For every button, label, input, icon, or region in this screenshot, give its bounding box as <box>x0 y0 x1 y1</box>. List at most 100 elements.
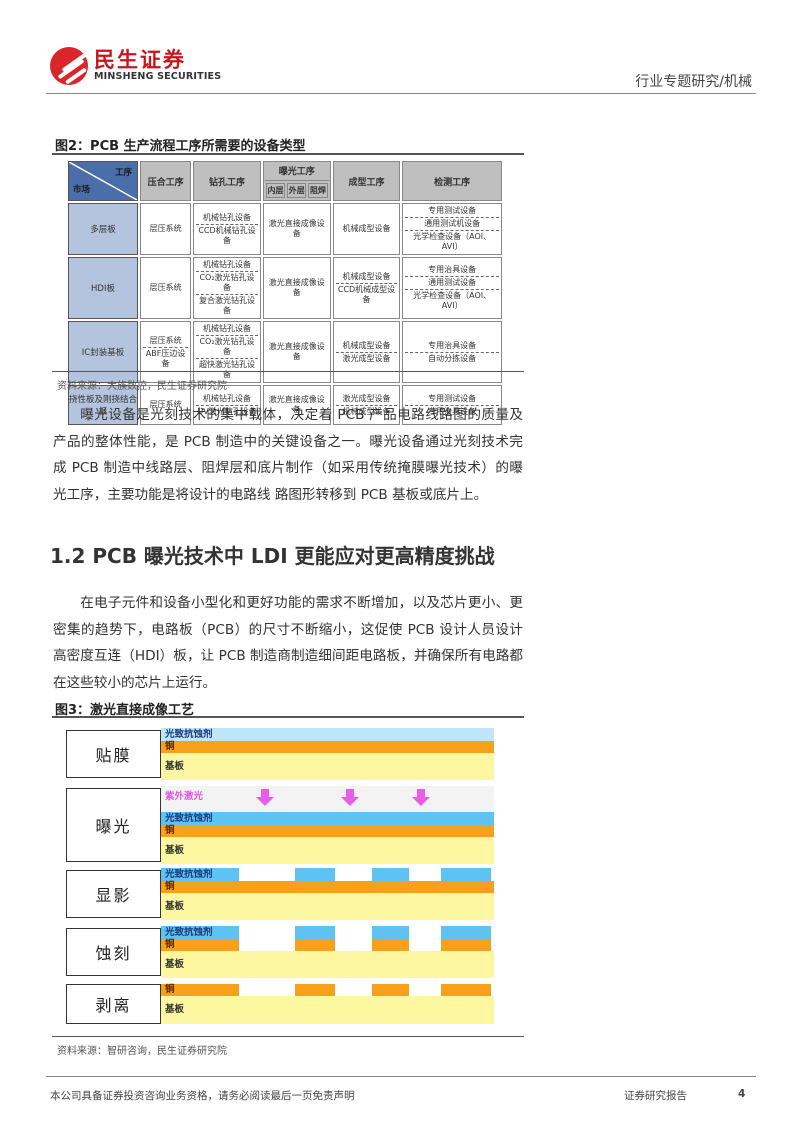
company-logo: 民生证券 MINSHENG SECURITIES <box>50 47 221 85</box>
equipment-item: 光学检查设备（AOI、AVI） <box>413 232 492 251</box>
figure2-source: 资料来源：大族数控，民生证券研究院 <box>57 381 227 392</box>
equipment-item: 通用测试机设备 <box>405 218 499 231</box>
equipment-cell-drill: 机械钻孔设备 CCD机械钻孔设备 <box>193 203 261 255</box>
column-header-exposure: 曝光工序 内层 外层 阻焊 <box>262 161 331 201</box>
figure3-source: 资料来源：智研咨询，民生证券研究院 <box>57 1046 227 1057</box>
equipment-item: 激光成型设备 <box>342 353 391 363</box>
equipment-cell-press: 层压系统 <box>140 257 192 319</box>
equipment-item: ABF压边设备 <box>145 348 186 368</box>
table-corner-cell: 工序 市场 <box>68 161 138 201</box>
figure2-title: 图2：PCB 生产流程工序所需要的设备类型 <box>55 139 306 154</box>
equipment-item: 机械钻孔设备 <box>196 212 258 225</box>
corner-market-label: 市场 <box>73 185 91 195</box>
equipment-item: 层压系统 <box>149 283 182 292</box>
equipment-item: 机械成型设备 <box>342 224 391 233</box>
table-header-row: 工序 市场 压合工序 钻孔工序 曝光工序 内层 外层 阻焊 成型工序 检测工序 <box>68 161 502 201</box>
equipment-item: 激光直接成像设备 <box>268 342 325 361</box>
figure3-bottom-rule <box>52 1036 524 1037</box>
equipment-cell-press: 层压系统 ABF压边设备 <box>140 321 192 383</box>
section-heading: 1.2 PCB 曝光技术中 LDI 更能应对更高精度挑战 <box>50 544 495 568</box>
equipment-item: 光学检查设备（AOI、AVI） <box>413 291 492 310</box>
process-step-stripping: 剥离 铜 基板 <box>66 984 498 1024</box>
process-step-lamination: 贴膜 光致抗蚀剂 铜 基板 <box>66 728 498 780</box>
logo-icon <box>50 47 88 85</box>
copper-label: 铜 <box>165 939 175 950</box>
equipment-cell-inspection: 专用测试设备 通用测试机设备 光学检查设备（AOI、AVI） <box>402 203 502 255</box>
equipment-item: CCD机械成型设备 <box>337 284 396 304</box>
copper-layer: 铜 <box>161 741 494 753</box>
equipment-item: 激光直接成像设备 <box>268 219 325 238</box>
subheader-inner-layer: 内层 <box>265 183 286 198</box>
equipment-cell-exposure: 激光直接成像设备 <box>262 257 331 319</box>
logo-chinese-name: 民生证券 <box>94 48 186 72</box>
footer-report-type: 证券研究报告 <box>624 1090 687 1102</box>
photoresist-label: 光致抗蚀剂 <box>165 927 213 938</box>
copper-label: 铜 <box>165 984 175 995</box>
column-header: 成型工序 <box>332 161 401 201</box>
equipment-item: 机械成型设备 <box>335 271 398 284</box>
equipment-cell-inspection: 专用治具设备 通用测试设备 光学检查设备（AOI、AVI） <box>402 257 502 319</box>
body-paragraph: 在电子元件和设备小型化和更好功能的需求不断增加，以及芯片更小、更密集的趋势下，电… <box>53 595 523 691</box>
equipment-item: CCD机械钻孔设备 <box>198 225 256 245</box>
subheader-solder-mask: 阻焊 <box>308 183 328 198</box>
market-label: IC封装基板 <box>68 321 138 383</box>
market-label: HDI板 <box>68 257 138 319</box>
equipment-item: 激光直接成像设备 <box>268 278 325 297</box>
equipment-cell-drill: 机械钻孔设备 CO₂激光钻孔设备 超快激光钻孔设备 <box>193 321 261 383</box>
body-paragraph: 曝光设备是光刻技术的集中载体，决定着 PCB 产品电路线路图的质量及产品的整体性… <box>53 407 523 503</box>
equipment-item: CO₂激光钻孔设备 <box>196 272 258 295</box>
subheader-outer-layer: 外层 <box>287 183 307 198</box>
step-label: 贴膜 <box>66 730 161 778</box>
substrate-layer: 基板 <box>161 837 494 864</box>
process-step-etching: 蚀刻 光致抗蚀剂 铜 基板 <box>66 926 498 978</box>
uv-arrow-icon <box>256 789 274 807</box>
table-row: 多层板 层压系统 机械钻孔设备 CCD机械钻孔设备 激光直接成像设备 机械成型设备 专用测试… <box>68 203 502 255</box>
column-header: 压合工序 <box>140 161 192 201</box>
corner-process-label: 工序 <box>114 168 132 178</box>
photoresist-label: 光致抗蚀剂 <box>165 869 213 880</box>
substrate-layer: 基板 <box>161 753 494 780</box>
equipment-item: 层压系统 <box>143 335 189 348</box>
step-label: 显影 <box>66 870 161 918</box>
photoresist-layer: 光致抗蚀剂 <box>161 728 494 741</box>
copper-layer: 铜 <box>161 825 494 837</box>
step-label: 剥离 <box>66 984 161 1024</box>
substrate-layer: 基板 <box>161 951 494 978</box>
equipment-cell-forming: 机械成型设备 CCD机械成型设备 <box>332 257 401 319</box>
step-label: 曝光 <box>66 788 161 862</box>
photoresist-layer: 光致抗蚀剂 <box>161 812 494 825</box>
equipment-item: 专用治具设备 <box>405 340 499 353</box>
exposure-header-label: 曝光工序 <box>264 164 329 181</box>
substrate-layer: 基板 <box>161 893 494 920</box>
process-step-development: 显影 光致抗蚀剂 铜 基板 <box>66 868 498 920</box>
equipment-item: 复合激光钻孔设备 <box>199 296 256 315</box>
market-label: 多层板 <box>68 203 138 255</box>
substrate-layer: 基板 <box>161 996 494 1024</box>
logo-english-name: MINSHENG SECURITIES <box>94 71 222 82</box>
equipment-item: 层压系统 <box>149 224 182 233</box>
equipment-item: CO₂激光钻孔设备 <box>196 336 258 359</box>
figure2-title-rule <box>52 153 524 155</box>
uv-laser-zone: 紫外激光 <box>161 786 494 812</box>
step-label: 蚀刻 <box>66 928 161 976</box>
figure2-bottom-rule <box>52 371 524 372</box>
equipment-cell-exposure: 激光直接成像设备 <box>262 203 331 255</box>
footer-disclaimer: 本公司具备证券投资咨询业务资格，请务必阅读最后一页免责声明 <box>50 1090 355 1102</box>
column-header: 钻孔工序 <box>193 161 261 201</box>
table-row: IC封装基板 层压系统 ABF压边设备 机械钻孔设备 CO₂激光钻孔设备 超快激光钻孔设备… <box>68 321 502 383</box>
table-row: HDI板 层压系统 机械钻孔设备 CO₂激光钻孔设备 复合激光钻孔设备 激光直接成像设备机… <box>68 257 502 319</box>
equipment-item: 机械钻孔设备 <box>196 259 258 272</box>
equipment-cell-exposure: 激光直接成像设备 <box>262 321 331 383</box>
process-step-exposure: 曝光 紫外激光 光致抗蚀剂 铜 基板 <box>66 786 498 864</box>
equipment-cell-press: 层压系统 <box>140 203 192 255</box>
header-divider <box>46 93 756 94</box>
equipment-item: 专用测试设备 <box>405 205 499 218</box>
page-number: 4 <box>738 1088 746 1100</box>
equipment-item: 机械钻孔设备 <box>196 323 258 336</box>
figure3-title-rule <box>52 716 524 718</box>
equipment-cell-forming: 机械成型设备 激光成型设备 <box>332 321 401 383</box>
equipment-item: 通用测试设备 <box>405 277 499 290</box>
equipment-item: 机械成型设备 <box>335 340 398 353</box>
uv-arrow-icon <box>412 789 430 807</box>
column-header: 检测工序 <box>402 161 502 201</box>
